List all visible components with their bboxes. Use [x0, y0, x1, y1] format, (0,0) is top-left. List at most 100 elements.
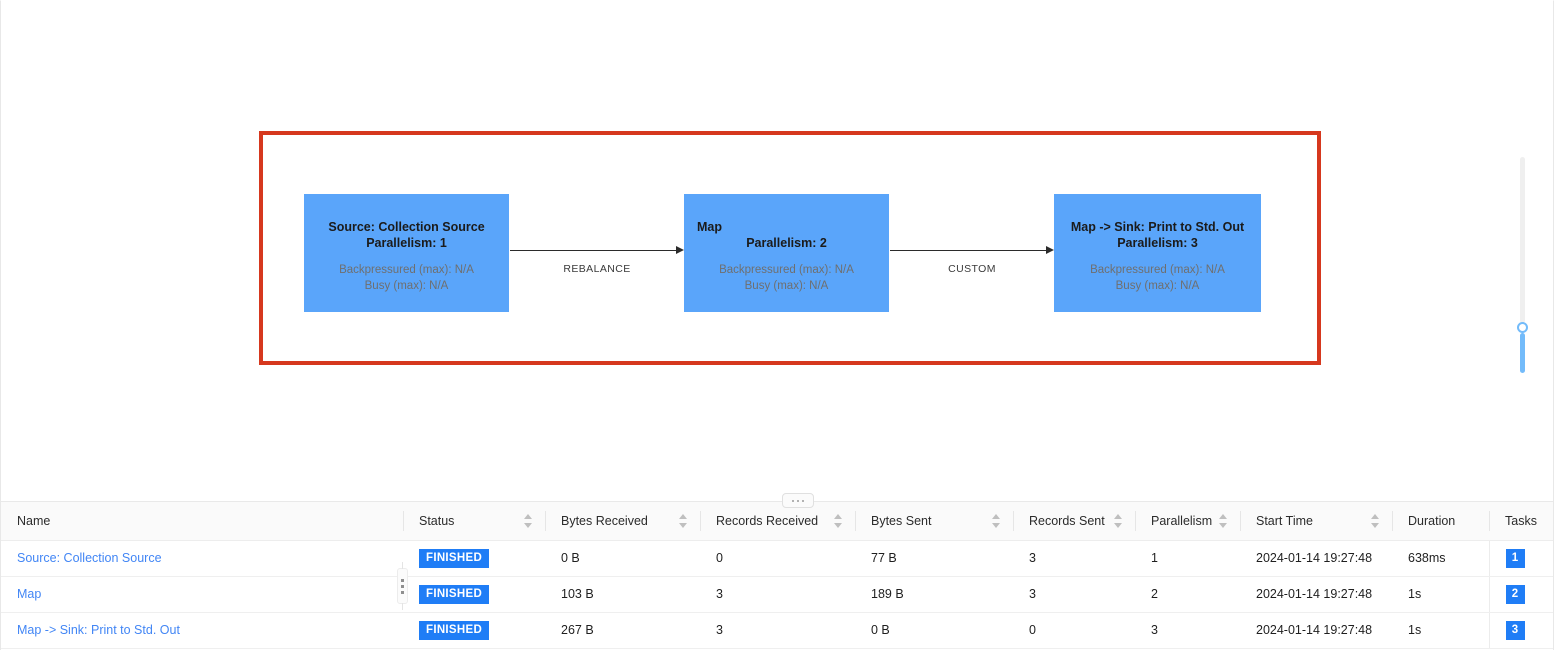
cell-tasks: 1: [1488, 540, 1553, 577]
column-header-bytes-received[interactable]: Bytes Received: [545, 502, 700, 541]
column-header-label: Bytes Sent: [871, 513, 932, 528]
graph-node-parallelism: Parallelism: 2: [746, 236, 827, 250]
graph-node-parallelism: Parallelism: 1: [366, 236, 447, 250]
graph-node-busy: Busy (max): N/A: [1115, 280, 1200, 292]
graph-node-backpressured: Backpressured (max): N/A: [339, 264, 474, 276]
cell-status: FINISHED: [403, 612, 545, 649]
cell-duration: 1s: [1392, 612, 1489, 649]
dot-icon: [401, 590, 404, 594]
zoom-slider-handle[interactable]: [1517, 322, 1528, 333]
job-graph-canvas[interactable]: Source: Collection Source Parallelism: 1…: [1, 1, 1553, 499]
vertex-name-link[interactable]: Map -> Sink: Print to Std. Out: [17, 623, 180, 637]
column-header-name[interactable]: Name: [1, 502, 403, 541]
column-resize-handle[interactable]: [397, 562, 408, 610]
cell-duration: 638ms: [1392, 540, 1489, 577]
sort-toggle-icon[interactable]: [1371, 513, 1380, 529]
graph-node-busy: Busy (max): N/A: [744, 280, 829, 292]
graph-node-backpressured: Backpressured (max): N/A: [1090, 264, 1225, 276]
tasks-badge: 2: [1505, 584, 1525, 604]
column-header-label: Parallelism: [1151, 513, 1213, 528]
column-header-start-time[interactable]: Start Time: [1240, 502, 1392, 541]
zoom-slider-track[interactable]: [1520, 157, 1525, 323]
column-header-records-received[interactable]: Records Received: [700, 502, 855, 541]
graph-node-title: Map: [697, 220, 722, 234]
column-header-tasks[interactable]: Tasks: [1489, 502, 1553, 541]
column-header-label: Tasks: [1505, 513, 1537, 528]
edge-label: REBALANCE: [563, 263, 631, 275]
cell-status: FINISHED: [403, 576, 545, 613]
graph-node-busy: Busy (max): N/A: [364, 280, 449, 292]
sort-toggle-icon[interactable]: [834, 513, 843, 529]
status-badge: FINISHED: [419, 548, 490, 568]
column-header-bytes-sent[interactable]: Bytes Sent: [855, 502, 1013, 541]
graph-node-map-sink-print-to-std-out[interactable]: Map -> Sink: Print to Std. Out Paralleli…: [1054, 194, 1261, 312]
cell-duration: 1s: [1392, 576, 1489, 613]
cell-bytes-received: 267 B: [545, 612, 700, 649]
sort-toggle-icon[interactable]: [1114, 513, 1123, 529]
column-header-label: Records Received: [716, 513, 819, 528]
column-header-label: Status: [419, 513, 455, 528]
column-header-label: Records Sent: [1029, 513, 1105, 528]
table-row[interactable]: Map -> Sink: Print to Std. Out FINISHED …: [1, 612, 1553, 649]
column-header-records-sent[interactable]: Records Sent: [1013, 502, 1135, 541]
graph-node-map[interactable]: Map Parallelism: 2 Backpressured (max): …: [684, 194, 889, 312]
flink-job-detail-page: Source: Collection Source Parallelism: 1…: [0, 0, 1554, 650]
column-header-label: Start Time: [1256, 513, 1313, 528]
graph-edge-rebalance: REBALANCE: [510, 246, 684, 290]
graph-node-title: Map -> Sink: Print to Std. Out: [1070, 220, 1245, 234]
graph-node-backpressured: Backpressured (max): N/A: [719, 264, 854, 276]
tasks-badge: 1: [1505, 548, 1525, 568]
dot-icon: [792, 499, 794, 502]
status-badge: FINISHED: [419, 620, 490, 640]
table-row[interactable]: Source: Collection Source FINISHED 0 B 0…: [1, 540, 1553, 577]
graph-node-source-collection-source[interactable]: Source: Collection Source Parallelism: 1…: [304, 194, 509, 312]
cell-start-time: 2024-01-14 19:27:48: [1240, 540, 1392, 577]
vertex-name-link[interactable]: Map: [17, 587, 41, 601]
cell-parallelism: 3: [1135, 612, 1240, 649]
dot-icon: [401, 584, 404, 588]
vertex-name-link[interactable]: Source: Collection Source: [17, 551, 162, 565]
cell-bytes-sent: 189 B: [855, 576, 1013, 613]
sort-toggle-icon[interactable]: [1219, 513, 1228, 529]
column-header-parallelism[interactable]: Parallelism: [1135, 502, 1240, 541]
cell-records-sent: 0: [1013, 612, 1135, 649]
cell-bytes-sent: 0 B: [855, 612, 1013, 649]
cell-records-received: 3: [700, 612, 855, 649]
panel-splitter-handle[interactable]: [782, 493, 814, 508]
job-vertices-table-panel: Name Status Bytes Received Records Recei…: [1, 501, 1553, 650]
cell-parallelism: 1: [1135, 540, 1240, 577]
cell-records-received: 3: [700, 576, 855, 613]
cell-tasks: 2: [1488, 576, 1553, 613]
graph-node-parallelism: Parallelism: 3: [1117, 236, 1198, 250]
edge-label: CUSTOM: [948, 263, 996, 275]
sort-toggle-icon[interactable]: [992, 513, 1001, 529]
cell-records-received: 0: [700, 540, 855, 577]
cell-status: FINISHED: [403, 540, 545, 577]
edge-line: [890, 250, 1046, 251]
table-header-row: Name Status Bytes Received Records Recei…: [1, 502, 1553, 541]
sort-toggle-icon[interactable]: [679, 513, 688, 529]
status-badge: FINISHED: [419, 584, 490, 604]
cell-start-time: 2024-01-14 19:27:48: [1240, 612, 1392, 649]
tasks-badge: 3: [1505, 620, 1525, 640]
zoom-slider-fill: [1520, 333, 1525, 373]
graph-edge-custom: CUSTOM: [890, 246, 1054, 290]
column-header-label: Bytes Received: [561, 513, 648, 528]
column-header-label: Duration: [1408, 513, 1456, 528]
dot-icon: [802, 499, 804, 502]
cell-bytes-sent: 77 B: [855, 540, 1013, 577]
cell-name: Source: Collection Source: [1, 540, 403, 577]
column-header-status[interactable]: Status: [403, 502, 545, 541]
cell-records-sent: 3: [1013, 540, 1135, 577]
table-row[interactable]: Map FINISHED 103 B 3 189 B 3 2 2024-01-1…: [1, 576, 1553, 613]
dot-icon: [401, 578, 404, 582]
edge-line: [510, 250, 676, 251]
column-header-label: Name: [17, 513, 51, 528]
edge-arrow-icon: [676, 246, 684, 254]
sort-toggle-icon[interactable]: [524, 513, 533, 529]
column-header-duration[interactable]: Duration: [1392, 502, 1489, 541]
cell-name: Map -> Sink: Print to Std. Out: [1, 612, 403, 649]
cell-records-sent: 3: [1013, 576, 1135, 613]
cell-bytes-received: 0 B: [545, 540, 700, 577]
cell-tasks: 3: [1488, 612, 1553, 649]
